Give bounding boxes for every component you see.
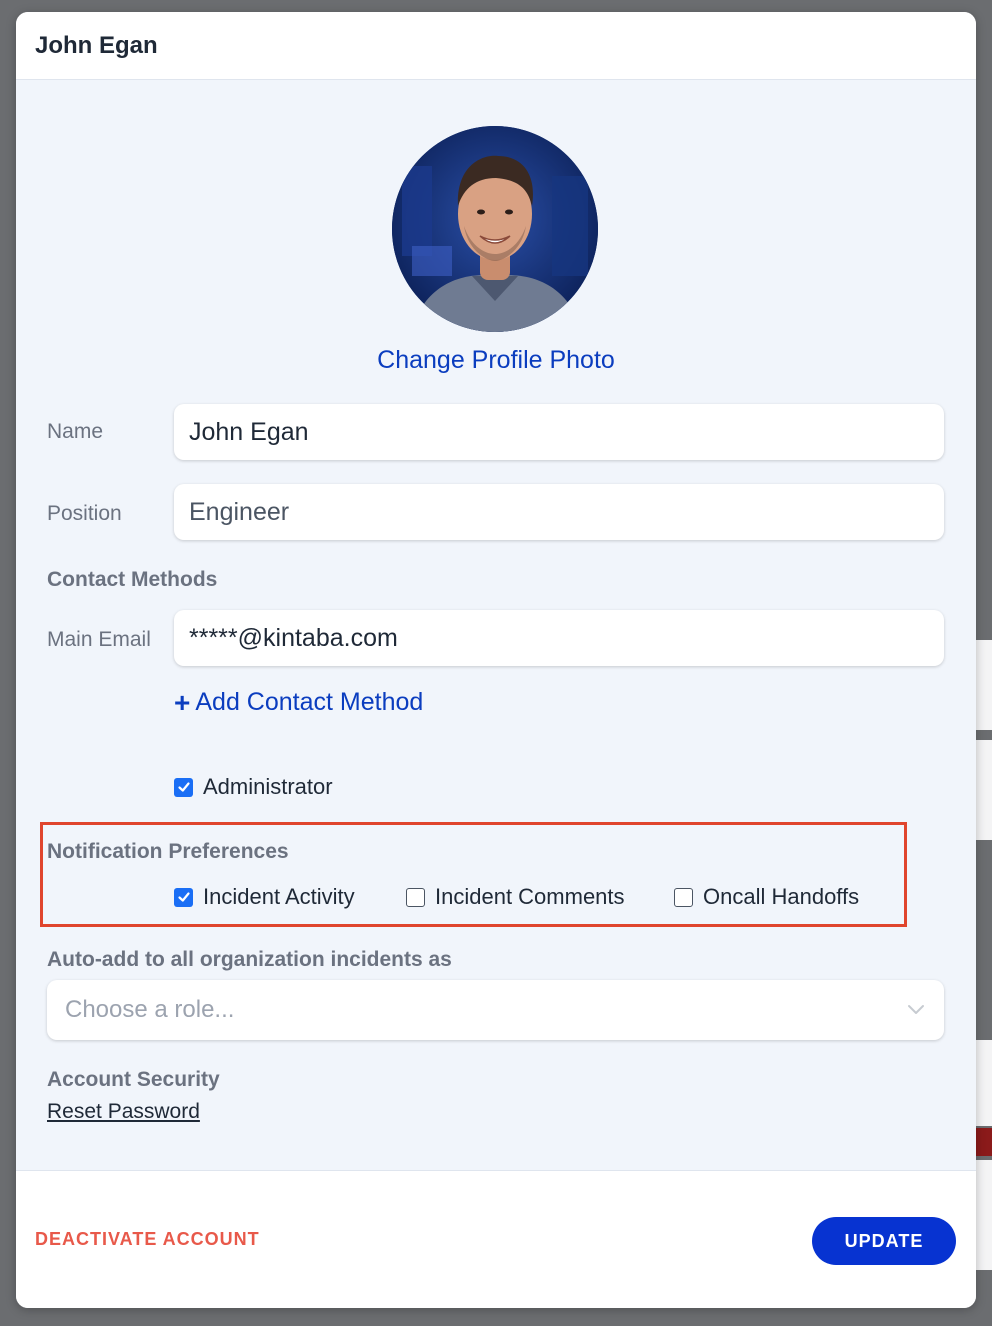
background-panel	[974, 740, 992, 840]
edit-user-modal: John Egan Change Profile Photo Name John…	[16, 12, 976, 1308]
account-security-heading: Account Security	[47, 1068, 220, 1091]
main-email-label: Main Email	[47, 628, 151, 651]
background-badge	[974, 1128, 992, 1156]
plus-icon: +	[174, 686, 191, 718]
oncall-handoffs-checkbox[interactable]: Oncall Handoffs	[674, 884, 859, 910]
profile-photo	[392, 126, 598, 332]
incident-comments-label: Incident Comments	[435, 884, 625, 909]
incident-activity-label: Incident Activity	[203, 884, 355, 909]
checkmark-icon	[174, 887, 193, 907]
add-contact-method-button[interactable]: + Add Contact Method	[174, 688, 423, 717]
add-contact-method-label: Add Contact Method	[195, 688, 424, 716]
checkmark-icon	[174, 777, 193, 797]
change-profile-photo-link[interactable]: Change Profile Photo	[16, 346, 976, 375]
role-select-placeholder: Choose a role...	[65, 996, 235, 1023]
position-input[interactable]	[174, 484, 944, 540]
position-label: Position	[47, 502, 122, 525]
oncall-handoffs-label: Oncall Handoffs	[703, 884, 860, 909]
contact-methods-heading: Contact Methods	[47, 568, 218, 591]
modal-header: John Egan	[16, 12, 976, 80]
chevron-down-icon	[896, 990, 936, 1030]
administrator-label: Administrator	[203, 774, 333, 799]
update-button[interactable]: UPDATE	[812, 1217, 956, 1265]
administrator-checkbox[interactable]: Administrator	[174, 774, 333, 800]
avatar[interactable]	[392, 126, 598, 332]
auto-add-heading: Auto-add to all organization incidents a…	[47, 948, 452, 971]
highlight-annotation	[40, 822, 907, 927]
background-panel	[974, 1160, 992, 1270]
notification-preferences-heading: Notification Preferences	[47, 840, 289, 863]
name-label: Name	[47, 420, 104, 443]
background-panel	[974, 640, 992, 730]
incident-activity-checkbox[interactable]: Incident Activity	[174, 884, 355, 910]
main-email-input[interactable]	[174, 610, 944, 666]
role-select[interactable]: Choose a role...	[47, 980, 944, 1040]
modal-title: John Egan	[35, 31, 158, 59]
reset-password-link[interactable]: Reset Password	[47, 1100, 200, 1124]
background-panel	[974, 1040, 992, 1126]
empty-checkbox-icon	[674, 887, 693, 907]
deactivate-account-button[interactable]: DEACTIVATE ACCOUNT	[35, 1229, 260, 1250]
incident-comments-checkbox[interactable]: Incident Comments	[406, 884, 625, 910]
empty-checkbox-icon	[406, 887, 425, 907]
modal-footer: DEACTIVATE ACCOUNT UPDATE	[16, 1170, 976, 1308]
name-input[interactable]	[174, 404, 944, 460]
